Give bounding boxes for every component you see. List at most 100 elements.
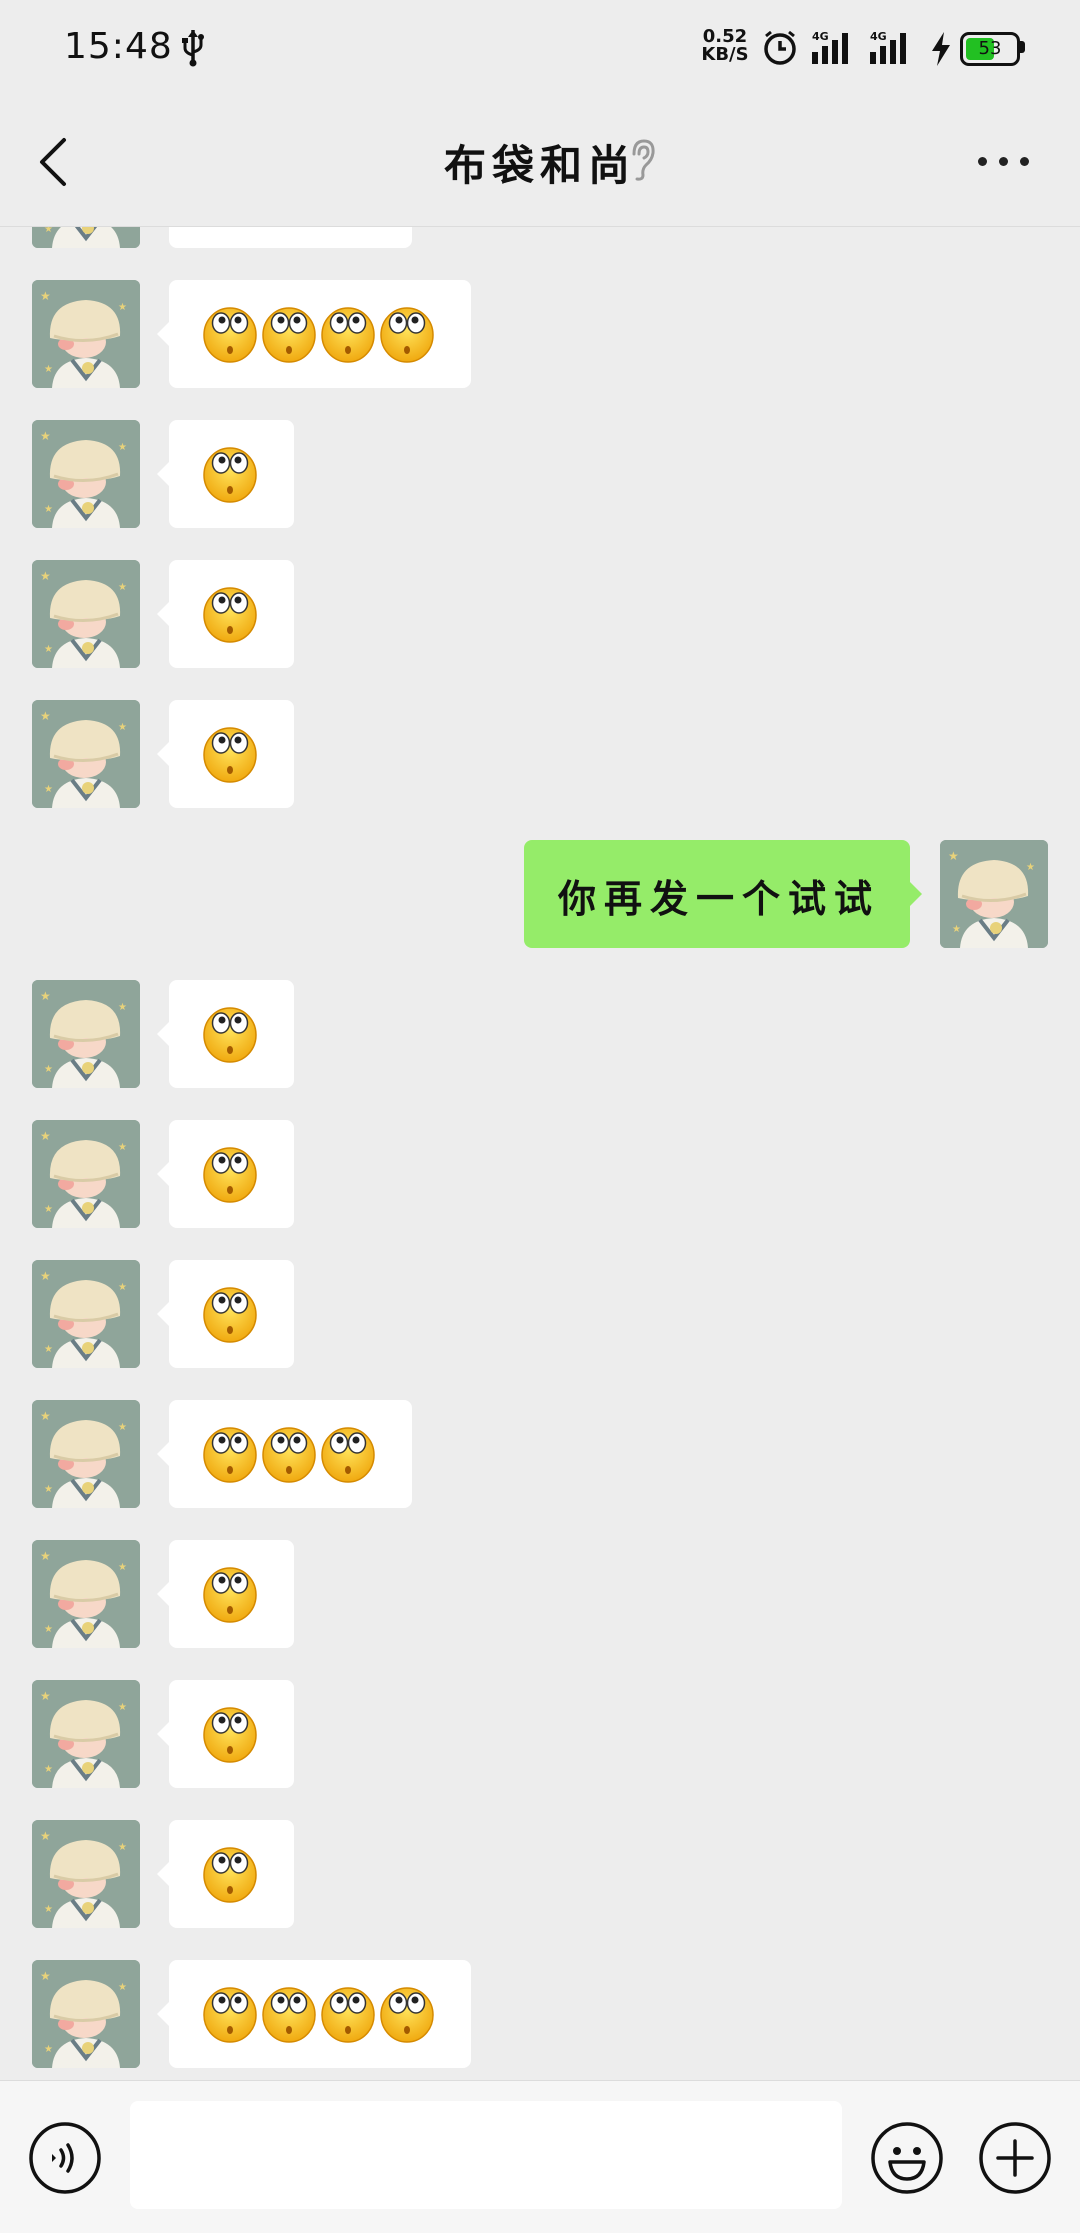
contact-avatar[interactable]: ★ ★ ★	[32, 1680, 140, 1788]
flushed-face-emoji-icon	[261, 304, 317, 364]
message-bubble[interactable]	[157, 1540, 294, 1648]
chat-header: 布袋和尚	[0, 96, 1080, 227]
contact-avatar[interactable]: ★ ★ ★	[32, 980, 140, 1088]
svg-text:★: ★	[44, 1204, 53, 1215]
svg-text:★: ★	[118, 1142, 127, 1153]
chat-title: 布袋和尚	[443, 141, 636, 190]
message-text: 你再发一个试试	[558, 876, 881, 921]
flushed-face-emoji-icon	[202, 1844, 258, 1904]
incoming-message: ★ ★ ★	[0, 560, 1080, 668]
flushed-face-emoji-icon	[320, 1424, 376, 1484]
svg-text:★: ★	[948, 849, 959, 863]
more-options-icon[interactable]	[974, 152, 1034, 172]
incoming-message: ★ ★ ★	[0, 1960, 1080, 2068]
svg-text:★: ★	[44, 364, 53, 375]
svg-text:★: ★	[40, 1689, 51, 1703]
incoming-message: ★ ★ ★	[0, 1260, 1080, 1368]
incoming-message: ★ ★ ★	[0, 1540, 1080, 1648]
svg-text:★: ★	[118, 1422, 127, 1433]
svg-text:★: ★	[118, 1702, 127, 1713]
svg-text:★: ★	[44, 784, 53, 795]
usb-icon	[182, 30, 204, 67]
incoming-message: ★ ★ ★	[0, 420, 1080, 528]
message-bubble[interactable]: 你再发一个试试	[524, 840, 922, 948]
flushed-face-emoji-icon	[379, 304, 435, 364]
plus-icon[interactable]	[978, 2121, 1052, 2195]
contact-avatar[interactable]: ★★★	[32, 280, 140, 388]
charging-icon	[932, 32, 950, 66]
svg-text:★: ★	[40, 1129, 51, 1143]
contact-avatar[interactable]: ★ ★ ★	[32, 1260, 140, 1368]
contact-avatar[interactable]: ★★★	[32, 1960, 140, 2068]
svg-text:★: ★	[44, 227, 53, 235]
message-bubble[interactable]	[169, 227, 412, 248]
message-bubble[interactable]	[157, 700, 294, 808]
contact-avatar[interactable]: ★★★	[32, 560, 140, 668]
svg-text:★: ★	[118, 582, 127, 593]
contact-avatar[interactable]: ★★★	[32, 1820, 140, 1928]
svg-text:★: ★	[40, 429, 51, 443]
outgoing-message: ★ ★ ★ 你再发一个试试	[0, 840, 1080, 948]
svg-text:★: ★	[44, 1764, 53, 1775]
message-bubble[interactable]	[157, 1260, 294, 1368]
flushed-face-emoji-icon	[202, 724, 258, 784]
message-bubble[interactable]	[157, 980, 294, 1088]
signal-icon-sim1: 4G	[812, 30, 848, 64]
flushed-face-emoji-icon	[202, 1424, 258, 1484]
flushed-face-emoji-icon	[202, 1004, 258, 1064]
message-bubble[interactable]	[157, 1960, 471, 2068]
contact-avatar[interactable]: ★ ★ ★	[32, 1400, 140, 1508]
flushed-face-emoji-icon	[202, 304, 258, 364]
svg-text:★: ★	[118, 1842, 127, 1853]
flushed-face-emoji-icon	[379, 1984, 435, 2044]
flushed-face-emoji-icon	[261, 1424, 317, 1484]
svg-text:★: ★	[44, 1064, 53, 1075]
contact-avatar[interactable]: ★ ★ ★	[32, 1120, 140, 1228]
svg-text:★: ★	[118, 442, 127, 453]
svg-text:★: ★	[118, 1282, 127, 1293]
svg-text:★: ★	[952, 924, 961, 935]
svg-text:★: ★	[40, 289, 51, 303]
svg-text:★: ★	[40, 709, 51, 723]
ear-receiver-icon	[632, 139, 655, 181]
message-bubble[interactable]	[157, 1820, 294, 1928]
my-avatar[interactable]: ★ ★ ★	[940, 840, 1048, 948]
message-bubble[interactable]	[157, 1680, 294, 1788]
svg-text:★: ★	[40, 569, 51, 583]
incoming-message: ★ ★ ★	[0, 1400, 1080, 1508]
flushed-face-emoji-icon	[202, 444, 258, 504]
contact-avatar[interactable]: ★ ★ ★	[32, 420, 140, 528]
svg-text:★: ★	[118, 1562, 127, 1573]
svg-text:★: ★	[44, 1624, 53, 1635]
svg-text:★: ★	[40, 1409, 51, 1423]
alarm-icon	[764, 30, 796, 65]
emoji-icon[interactable]	[870, 2121, 944, 2195]
incoming-message: ★ ★ ★	[0, 980, 1080, 1088]
contact-avatar[interactable]: ★ ★ ★	[32, 1540, 140, 1648]
flushed-face-emoji-icon	[320, 1984, 376, 2044]
message-bubble[interactable]	[157, 280, 471, 388]
svg-text:★: ★	[118, 1002, 127, 1013]
contact-avatar[interactable]: ★★★	[32, 700, 140, 808]
svg-text:★: ★	[44, 504, 53, 515]
incoming-message: ★ ★ ★	[0, 280, 1080, 388]
message-bubble[interactable]	[157, 420, 294, 528]
status-bar: 15:48 0.52 KB/S 4G 4G 53	[0, 0, 1080, 96]
svg-text:★: ★	[40, 1829, 51, 1843]
message-list[interactable]: ★★★★★★★★★★★★★★★★★★你再发一个试试★★★★★★★★★★★★★★★…	[0, 227, 1080, 2079]
svg-text:★: ★	[44, 1344, 53, 1355]
message-bubble[interactable]	[157, 560, 294, 668]
flushed-face-emoji-icon	[202, 1284, 258, 1344]
contact-avatar[interactable]: ★★★	[32, 227, 140, 248]
message-bubble[interactable]	[157, 1400, 412, 1508]
svg-text:★: ★	[40, 989, 51, 1003]
input-bar	[0, 2080, 1080, 2233]
signal-icon-sim2: 4G	[870, 30, 906, 64]
voice-icon[interactable]	[28, 2121, 102, 2195]
flushed-face-emoji-icon	[202, 1984, 258, 2044]
message-input[interactable]	[130, 2101, 842, 2209]
message-bubble[interactable]	[157, 1120, 294, 1228]
svg-text:★: ★	[40, 1269, 51, 1283]
svg-text:★: ★	[40, 1549, 51, 1563]
svg-text:★: ★	[44, 1484, 53, 1495]
